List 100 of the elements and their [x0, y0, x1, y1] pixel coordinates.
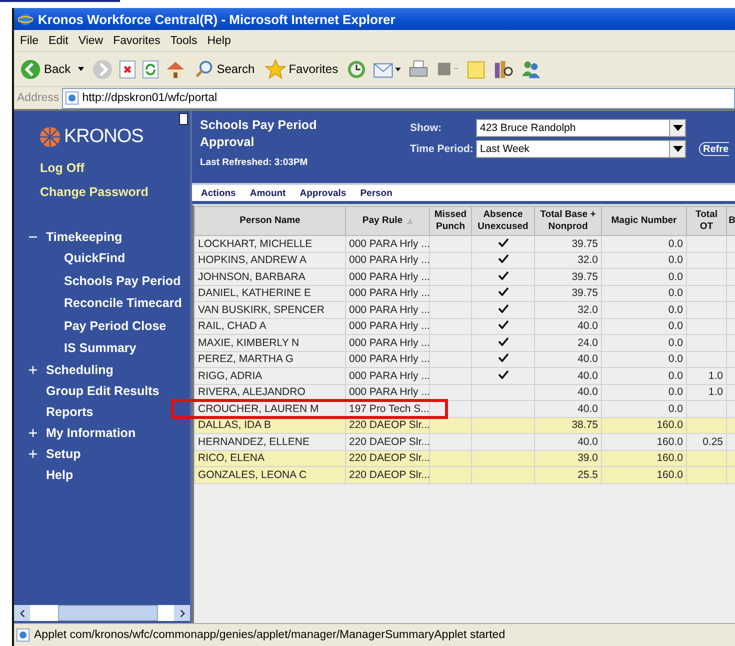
star-icon — [264, 58, 286, 80]
table-row[interactable]: RIGG, ADRIA 000 PARA Hrly ... 40.0 0.0 1.0 — [194, 368, 735, 384]
sidebar-item[interactable]: Scheduling — [46, 363, 114, 377]
table-row[interactable]: JOHNSON, BARBARA 000 PARA Hrly ... 39.75 0.0 — [194, 268, 735, 285]
favorites-button[interactable]: Favorites — [262, 58, 340, 80]
table-cell: DANIEL, KATHERINE E — [194, 285, 346, 302]
logo-text: KRONOS — [64, 126, 144, 148]
sidebar-item[interactable]: Schools Pay Period — [14, 270, 190, 292]
menu-item[interactable]: Favorites — [109, 34, 164, 46]
logo-icon — [39, 126, 61, 148]
column-header[interactable]: Total OT — [686, 206, 726, 236]
table-cell: 000 PARA Hrly ... — [346, 252, 430, 268]
table-row[interactable]: GONZALES, LEONA C 220 DAEOP Slr... 25.5 160.0 — [194, 466, 735, 483]
plus-icon[interactable] — [29, 450, 37, 458]
collapse-handle[interactable] — [179, 113, 188, 125]
table-row[interactable]: PEREZ, MARTHA G 000 PARA Hrly ... 40.0 0.0 — [194, 351, 735, 368]
column-header[interactable]: Magic Number — [602, 206, 686, 236]
menu-item[interactable]: View — [74, 34, 108, 46]
table-row[interactable]: HOPKINS, ANDREW A 000 PARA Hrly ... 32.0 0.0 — [194, 252, 735, 268]
sidebar-item[interactable]: Reconcile Timecard — [14, 292, 190, 314]
sidebar-item[interactable]: Setup — [46, 447, 81, 461]
column-header[interactable]: Pay Rule — [346, 206, 430, 236]
menu-item[interactable]: File — [16, 34, 43, 46]
table-row[interactable]: VAN BUSKIRK, SPENCER 000 PARA Hrly ... 32.0 0.0 — [194, 302, 735, 318]
action-menu[interactable]: Approvals — [300, 188, 346, 198]
action-menu[interactable]: Person — [360, 188, 392, 198]
table-row[interactable]: HERNANDEZ, ELLENE 220 DAEOP Slr... 40.0 160.0 0.25 — [194, 434, 735, 450]
table-cell: 39.75 — [534, 285, 602, 302]
sidebar-item[interactable]: QuickFind — [14, 247, 190, 270]
table-cell: 0.0 — [602, 252, 686, 268]
table-cell: PEREZ, MARTHA G — [194, 351, 346, 368]
address-field[interactable]: http://dpskron01/wfc/portal — [62, 88, 735, 108]
sidebar-item[interactable]: Reports — [46, 405, 94, 419]
browser-icon — [18, 12, 33, 26]
table-row[interactable]: LOCKHART, MICHELLE 000 PARA Hrly ... 39.75 0.0 — [194, 236, 735, 252]
sidebar-link[interactable]: Change Password — [14, 185, 190, 199]
menu-item[interactable]: Help — [203, 34, 235, 46]
table-cell: 40.0 — [534, 400, 602, 417]
table-cell: 38.75 — [534, 417, 602, 434]
table-row[interactable]: DALLAS, IDA B 220 DAEOP Slr... 38.75 160.0 — [194, 417, 735, 434]
time-period-dropdown[interactable]: Last Week — [476, 140, 686, 158]
show-dropdown[interactable]: 423 Bruce Randolph — [476, 119, 686, 137]
window-title: Kronos Workforce Central(R) - Microsoft Internet Explorer — [38, 12, 396, 26]
table-cell: MAXIE, KIMBERLY N — [194, 334, 346, 351]
sidebar-item[interactable]: Timekeeping — [46, 230, 122, 244]
books-icon[interactable] — [493, 58, 514, 80]
sidebar-item[interactable]: Pay Period Close — [14, 314, 190, 337]
table-row[interactable]: DANIEL, KATHERINE E 000 PARA Hrly ... 39.75 0.0 — [194, 285, 735, 302]
table-cell: VAN BUSKIRK, SPENCER — [194, 302, 346, 318]
scroll-left-icon[interactable] — [20, 610, 24, 616]
table-row[interactable]: RAIL, CHAD A 000 PARA Hrly ... 40.0 0.0 — [194, 318, 735, 334]
stop-icon[interactable] — [118, 60, 136, 78]
back-button[interactable]: Back — [18, 58, 86, 80]
table-cell: 0.0 — [602, 384, 686, 400]
sidebar-item[interactable]: Group Edit Results — [46, 384, 160, 398]
sort-icon — [406, 218, 413, 224]
table-cell: 1.0 — [708, 386, 723, 398]
page-icon — [65, 91, 80, 105]
sidebar-item[interactable]: My Information — [46, 426, 136, 440]
table-cell: 0.0 — [602, 285, 686, 302]
table-cell: 000 PARA Hrly ... — [346, 318, 430, 334]
action-menu[interactable]: Amount — [250, 188, 286, 198]
table-cell: HOPKINS, ANDREW A — [194, 252, 346, 268]
column-header[interactable]: Person Name — [194, 206, 346, 236]
table-cell: 220 DAEOP Slr... — [346, 450, 430, 466]
column-header[interactable]: Total Base + Nonprod — [534, 206, 602, 236]
table-cell: RIVERA, ALEJANDRO — [194, 384, 346, 400]
sidebar-item[interactable]: IS Summary — [14, 337, 190, 360]
people-icon[interactable] — [520, 58, 542, 80]
table-cell: 000 PARA Hrly ... — [346, 351, 430, 368]
status-text: Applet com/kronos/wfc/commonapp/genies/applet/manager/ManagerSummaryApplet started — [34, 629, 506, 641]
action-menu[interactable]: Actions — [201, 188, 236, 198]
table-cell: 000 PARA Hrly ... — [346, 285, 430, 302]
printer-icon[interactable] — [408, 58, 430, 80]
table-row[interactable]: RIVERA, ALEJANDRO 000 PARA Hrly ... 40.0 0.0 1.0 — [194, 384, 735, 400]
search-button[interactable]: Search — [192, 59, 257, 79]
sidebar-item[interactable]: Help — [46, 468, 74, 482]
menu-item[interactable]: Edit — [44, 34, 72, 46]
table-row[interactable]: MAXIE, KIMBERLY N 000 PARA Hrly ... 24.0 0.0 — [194, 334, 735, 351]
sidebar-link[interactable]: Log Off — [14, 161, 190, 175]
refresh-icon[interactable] — [142, 60, 159, 78]
table-cell: 000 PARA Hrly ... — [346, 302, 430, 318]
table-cell: 0.0 — [602, 334, 686, 351]
table-cell: 39.0 — [534, 450, 602, 466]
column-header[interactable]: Missed Punch — [430, 206, 472, 236]
menu-item[interactable]: Tools — [166, 34, 202, 46]
table-cell: 40.0 — [534, 434, 602, 450]
refresh-button[interactable]: Refre — [699, 142, 729, 156]
table-cell: 000 PARA Hrly ... — [346, 334, 430, 351]
plus-icon[interactable] — [29, 429, 37, 437]
scroll-right-icon[interactable] — [180, 610, 184, 616]
show-label: Show: — [410, 122, 442, 134]
table-row[interactable]: RICO, ELENA 220 DAEOP Slr... 39.0 160.0 — [194, 450, 735, 466]
horizontal-scrollbar[interactable] — [14, 605, 190, 621]
table-cell: 160.0 — [602, 450, 686, 466]
table-cell: LOCKHART, MICHELLE — [194, 236, 346, 252]
plus-icon[interactable] — [29, 366, 37, 374]
table-cell: 32.0 — [534, 302, 602, 318]
column-header[interactable]: Absence Unexcused — [472, 206, 534, 236]
history-icon[interactable] — [346, 58, 368, 80]
